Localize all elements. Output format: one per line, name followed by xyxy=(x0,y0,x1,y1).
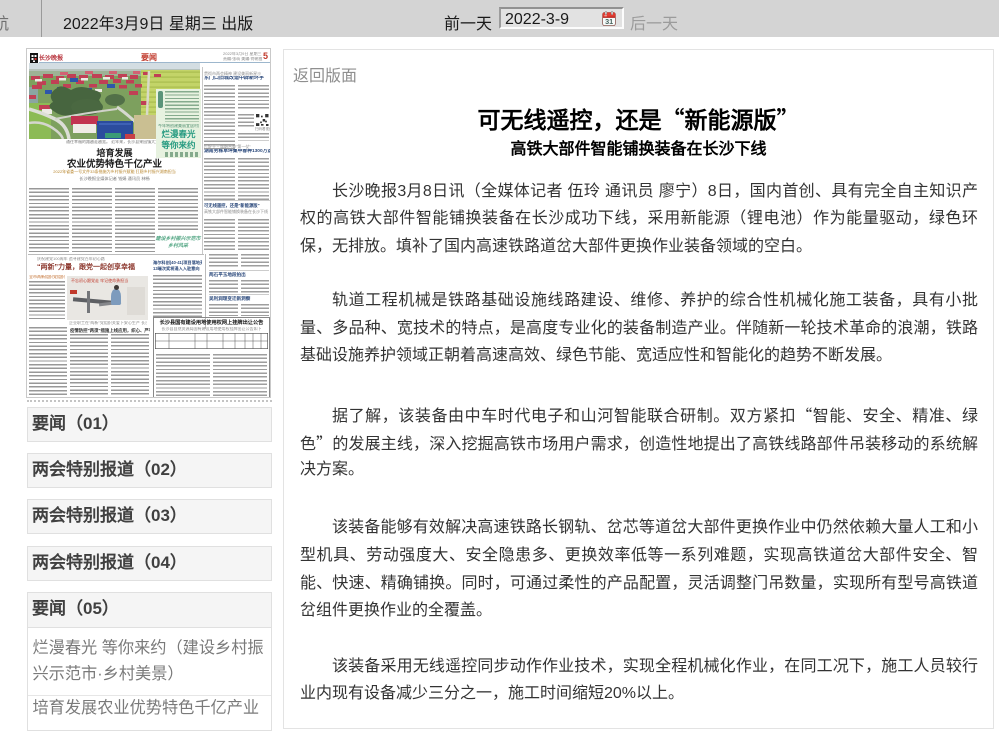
svg-text:31: 31 xyxy=(605,17,613,26)
